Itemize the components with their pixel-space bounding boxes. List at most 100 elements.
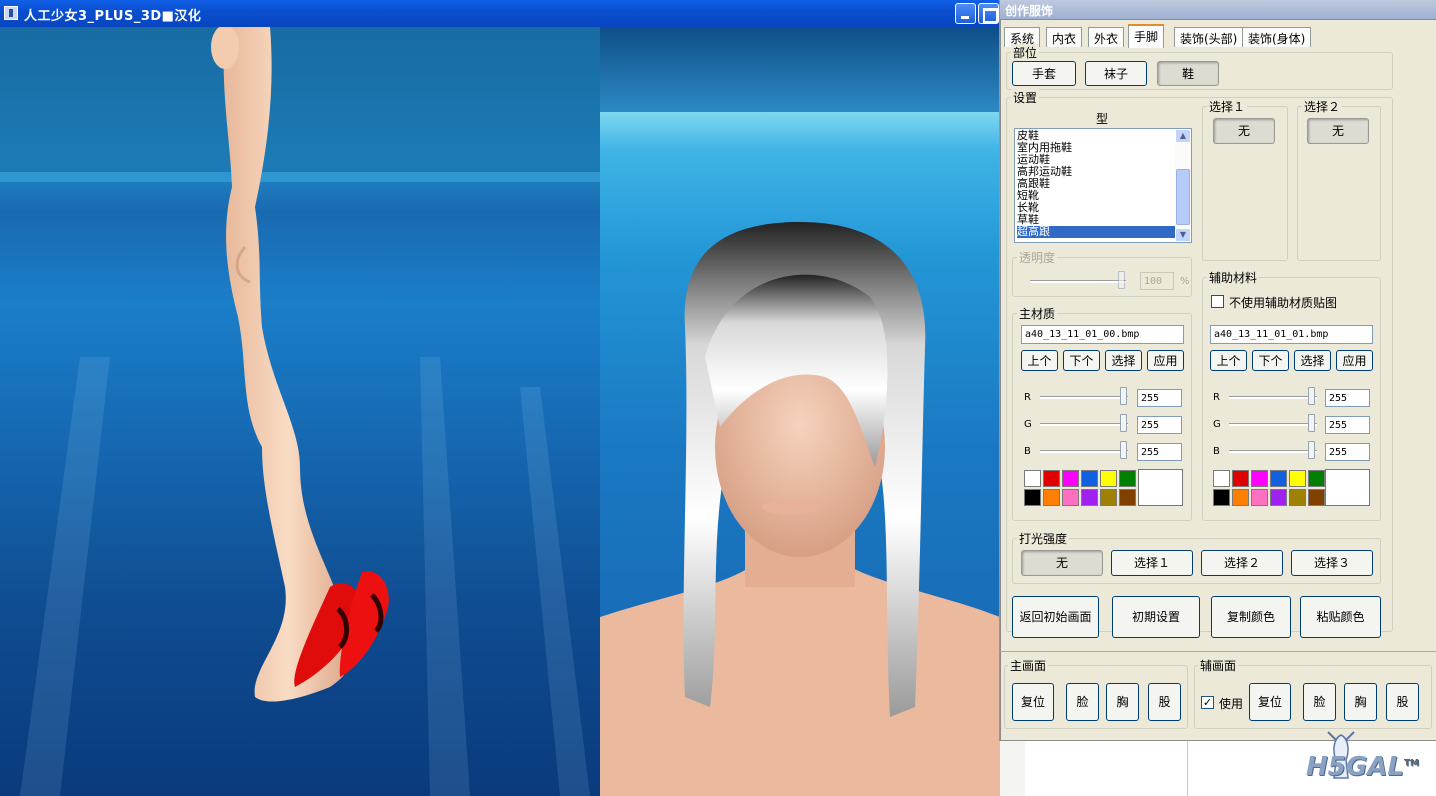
aux-prev-button[interactable]: 上个 (1210, 350, 1247, 371)
game-titlebar[interactable]: 人工少女3_PLUS_3D■汉化 (0, 0, 1000, 27)
main-b-slider[interactable] (1040, 450, 1128, 453)
aux-color-swatch[interactable] (1289, 489, 1306, 506)
main-prev-button[interactable]: 上个 (1021, 350, 1058, 371)
tab-underwear[interactable]: 内衣 (1046, 27, 1083, 47)
main-apply-button[interactable]: 应用 (1147, 350, 1184, 371)
main-color-swatch[interactable] (1100, 489, 1117, 506)
main-b-thumb[interactable] (1120, 441, 1127, 459)
aux-disable-checkbox[interactable] (1211, 295, 1224, 308)
copy-color-button[interactable]: 复制颜色 (1211, 596, 1291, 638)
main-color-swatch[interactable] (1043, 470, 1060, 487)
aux-color-swatch[interactable] (1213, 489, 1230, 506)
main-face-button[interactable]: 脸 (1066, 683, 1099, 721)
main-hip-button[interactable]: 股 (1148, 683, 1181, 721)
aux-apply-button[interactable]: 应用 (1336, 350, 1373, 371)
aux-color-swatch[interactable] (1251, 470, 1268, 487)
part-socks-button[interactable]: 袜子 (1085, 61, 1147, 86)
main-next-button[interactable]: 下个 (1063, 350, 1100, 371)
main-g-field[interactable]: 255 (1137, 416, 1182, 434)
aux-b-thumb[interactable] (1308, 441, 1315, 459)
minimize-button[interactable] (955, 3, 976, 24)
aux-b-field[interactable]: 255 (1325, 443, 1370, 461)
aux-r-thumb[interactable] (1308, 387, 1315, 405)
aux-color-swatch[interactable] (1270, 470, 1287, 487)
list-scrollbar[interactable]: ▲ ▼ (1175, 129, 1191, 242)
main-color-swatch[interactable] (1024, 489, 1041, 506)
lighting-option1-button[interactable]: 选择１ (1111, 550, 1193, 576)
part-gloves-button[interactable]: 手套 (1012, 61, 1076, 86)
lighting-option2-button[interactable]: 选择２ (1201, 550, 1283, 576)
list-item[interactable]: 短靴 (1017, 190, 1177, 202)
list-item[interactable]: 长靴 (1017, 202, 1177, 214)
aux-current-color[interactable] (1325, 469, 1370, 506)
main-g-slider[interactable] (1040, 423, 1128, 426)
main-color-swatch[interactable] (1062, 470, 1079, 487)
aux-r-slider[interactable] (1229, 396, 1317, 399)
main-material-file-field[interactable]: a40_13_11_01_00.bmp (1021, 325, 1184, 344)
main-3d-viewport[interactable] (0, 27, 600, 796)
aux-choose-button[interactable]: 选择 (1294, 350, 1331, 371)
select2-value-button[interactable]: 无 (1307, 118, 1369, 144)
sub-reset-button[interactable]: 复位 (1249, 683, 1291, 721)
aux-color-swatch[interactable] (1213, 470, 1230, 487)
main-color-swatch[interactable] (1100, 470, 1117, 487)
sub-use-checkbox[interactable]: ✓ (1201, 696, 1214, 709)
part-shoes-button[interactable]: 鞋 (1157, 61, 1219, 86)
aux-g-thumb[interactable] (1308, 414, 1315, 432)
main-b-field[interactable]: 255 (1137, 443, 1182, 461)
main-color-swatch[interactable] (1119, 489, 1136, 506)
aux-color-swatch[interactable] (1270, 489, 1287, 506)
select1-value-button[interactable]: 无 (1213, 118, 1275, 144)
tab-body-accessory[interactable]: 装饰(身体) (1242, 27, 1312, 47)
main-current-color[interactable] (1138, 469, 1183, 506)
dialog-titlebar[interactable]: 创作服饰 (1000, 0, 1436, 19)
list-item[interactable]: 高跟鞋 (1017, 178, 1177, 190)
scroll-thumb[interactable] (1176, 169, 1190, 225)
maximize-button[interactable] (978, 3, 999, 24)
list-item-selected[interactable]: 超高跟 (1017, 226, 1177, 238)
aux-color-swatch[interactable] (1308, 470, 1325, 487)
main-color-swatch[interactable] (1081, 470, 1098, 487)
main-g-thumb[interactable] (1120, 414, 1127, 432)
sub-hip-button[interactable]: 股 (1386, 683, 1419, 721)
shoe-type-list[interactable]: 皮鞋 室内用拖鞋 运动鞋 高邦运动鞋 高跟鞋 短靴 长靴 草鞋 超高跟 ▲ ▼ (1014, 128, 1192, 243)
lighting-none-button[interactable]: 无 (1021, 550, 1103, 576)
main-color-swatch[interactable] (1062, 489, 1079, 506)
aux-g-slider[interactable] (1229, 423, 1317, 426)
aux-next-button[interactable]: 下个 (1252, 350, 1289, 371)
aux-b-slider[interactable] (1229, 450, 1317, 453)
return-title-button[interactable]: 返回初始画面 (1012, 596, 1099, 638)
aux-g-field[interactable]: 255 (1325, 416, 1370, 434)
tab-outerwear[interactable]: 外衣 (1088, 27, 1125, 47)
sub-face-button[interactable]: 脸 (1303, 683, 1336, 721)
main-choose-button[interactable]: 选择 (1105, 350, 1142, 371)
main-reset-button[interactable]: 复位 (1012, 683, 1054, 721)
scroll-down-icon[interactable]: ▼ (1175, 228, 1191, 242)
aux-color-swatch[interactable] (1289, 470, 1306, 487)
main-color-swatch[interactable] (1024, 470, 1041, 487)
aux-color-swatch[interactable] (1232, 489, 1249, 506)
opacity-slider-thumb[interactable] (1118, 271, 1125, 289)
initial-settings-button[interactable]: 初期设置 (1112, 596, 1200, 638)
aux-color-swatch[interactable] (1232, 470, 1249, 487)
lighting-option3-button[interactable]: 选择３ (1291, 550, 1373, 576)
aux-color-swatch[interactable] (1251, 489, 1268, 506)
main-chest-button[interactable]: 胸 (1106, 683, 1139, 721)
main-r-field[interactable]: 255 (1137, 389, 1182, 407)
sub-3d-viewport[interactable] (600, 27, 1000, 796)
main-r-thumb[interactable] (1120, 387, 1127, 405)
main-color-swatch[interactable] (1043, 489, 1060, 506)
scroll-up-icon[interactable]: ▲ (1175, 129, 1191, 143)
main-color-swatch[interactable] (1081, 489, 1098, 506)
opacity-value-field[interactable]: 100 (1140, 272, 1174, 290)
main-color-swatch[interactable] (1119, 470, 1136, 487)
sub-chest-button[interactable]: 胸 (1344, 683, 1377, 721)
tab-head-accessory[interactable]: 装饰(头部) (1174, 27, 1244, 47)
paste-color-button[interactable]: 粘贴颜色 (1300, 596, 1381, 638)
aux-color-swatch[interactable] (1308, 489, 1325, 506)
aux-material-file-field[interactable]: a40_13_11_01_01.bmp (1210, 325, 1373, 344)
aux-r-field[interactable]: 255 (1325, 389, 1370, 407)
opacity-slider[interactable] (1030, 280, 1126, 283)
tab-hands-feet[interactable]: 手脚 (1128, 24, 1165, 48)
main-r-slider[interactable] (1040, 396, 1128, 399)
